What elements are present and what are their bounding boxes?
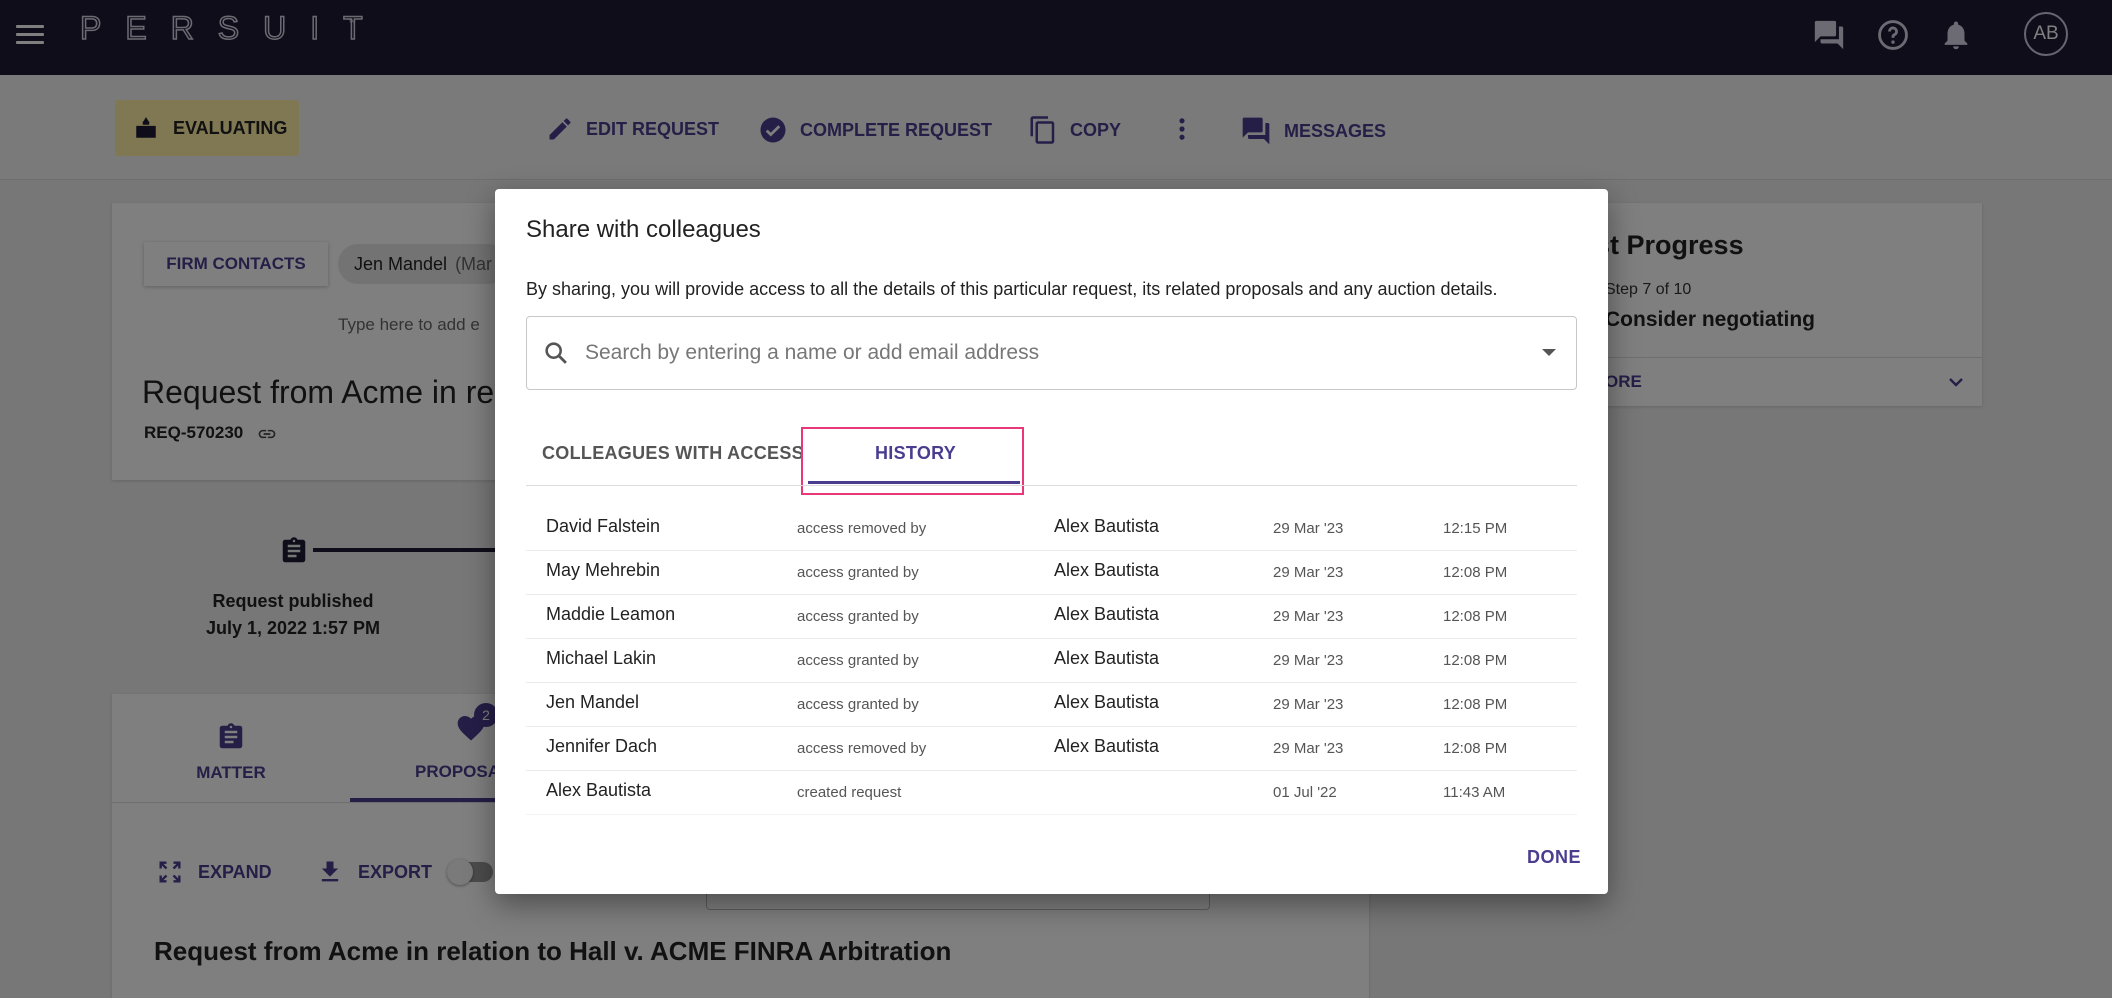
history-row: May Mehrebin access granted by Alex Baut… <box>526 551 1577 595</box>
history-action: access granted by <box>797 564 919 581</box>
history-row: Alex Bautista created request 01 Jul '22… <box>526 771 1577 815</box>
history-time: 12:08 PM <box>1443 564 1508 581</box>
dialog-description: By sharing, you will provide access to a… <box>526 279 1498 299</box>
history-row: Jennifer Dach access removed by Alex Bau… <box>526 727 1577 771</box>
history-row: Michael Lakin access granted by Alex Bau… <box>526 639 1577 683</box>
history-actor: Alex Bautista <box>1054 692 1160 712</box>
history-actor: Alex Bautista <box>1054 736 1160 756</box>
tab-colleagues-with-access[interactable]: COLLEAGUES WITH ACCESS <box>542 443 804 464</box>
history-action: access granted by <box>797 652 919 669</box>
history-row: David Falstein access removed by Alex Ba… <box>526 507 1577 551</box>
history-action: access removed by <box>797 740 927 757</box>
history-actor: Alex Bautista <box>1054 648 1160 668</box>
search-icon <box>542 339 570 372</box>
history-time: 12:08 PM <box>1443 696 1508 713</box>
history-name: David Falstein <box>546 516 661 536</box>
history-time: 12:08 PM <box>1443 740 1508 757</box>
history-name: Maddie Leamon <box>546 604 676 624</box>
history-time: 11:43 AM <box>1443 784 1506 801</box>
history-actor: Alex Bautista <box>1054 604 1160 624</box>
history-action: access granted by <box>797 696 919 713</box>
history-action: created request <box>797 784 902 801</box>
history-name: Alex Bautista <box>546 780 652 800</box>
history-time: 12:08 PM <box>1443 652 1508 669</box>
history-action: access removed by <box>797 520 927 537</box>
history-actor: Alex Bautista <box>1054 516 1160 536</box>
history-date: 29 Mar '23 <box>1273 740 1344 757</box>
history-date: 01 Jul '22 <box>1273 784 1337 801</box>
history-actor: Alex Bautista <box>1054 560 1160 580</box>
history-name: Jennifer Dach <box>546 736 658 756</box>
history-time: 12:08 PM <box>1443 608 1508 625</box>
colleague-search-field[interactable] <box>526 316 1577 390</box>
share-dialog: Share with colleagues By sharing, you wi… <box>495 189 1608 894</box>
dialog-title: Share with colleagues <box>526 216 761 243</box>
search-input[interactable] <box>585 331 1515 375</box>
history-date: 29 Mar '23 <box>1273 696 1344 713</box>
history-row: Maddie Leamon access granted by Alex Bau… <box>526 595 1577 639</box>
dropdown-arrow-icon[interactable] <box>1542 349 1556 356</box>
history-name: Michael Lakin <box>546 648 657 668</box>
done-button[interactable]: DONE <box>1527 847 1581 868</box>
history-date: 29 Mar '23 <box>1273 608 1344 625</box>
history-date: 29 Mar '23 <box>1273 520 1344 537</box>
history-list: David Falstein access removed by Alex Ba… <box>526 507 1577 815</box>
history-name: May Mehrebin <box>546 560 661 580</box>
tab-divider <box>526 485 1577 486</box>
history-row: Jen Mandel access granted by Alex Bautis… <box>526 683 1577 727</box>
history-action: access granted by <box>797 608 919 625</box>
history-date: 29 Mar '23 <box>1273 652 1344 669</box>
history-time: 12:15 PM <box>1443 520 1508 537</box>
history-date: 29 Mar '23 <box>1273 564 1344 581</box>
history-name: Jen Mandel <box>546 692 640 712</box>
